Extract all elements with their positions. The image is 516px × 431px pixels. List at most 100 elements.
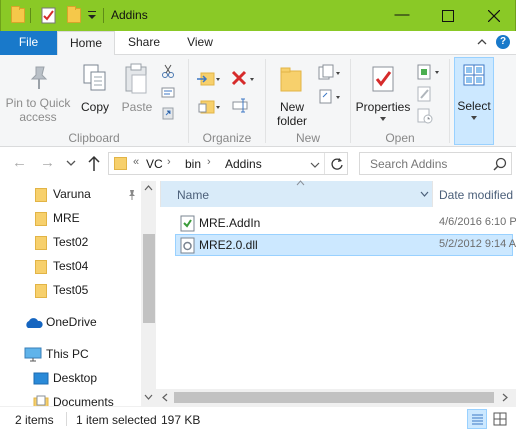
file-date: 5/2/2012 9:14 A	[439, 238, 516, 250]
copy-label: Copy	[80, 100, 109, 114]
details-view-icon	[472, 414, 483, 425]
horizontal-scroll-thumb[interactable]	[174, 392, 494, 403]
paste-shortcut-icon	[162, 107, 174, 120]
pin-icon	[129, 190, 135, 200]
tab-file[interactable]: File	[0, 31, 57, 55]
file-row-mre2-dll[interactable]: MRE2.0.dll 5/2/2012 9:14 A	[175, 234, 516, 256]
new-folder-quick-button[interactable]	[67, 6, 81, 23]
nav-item-test04[interactable]: Test04	[0, 255, 140, 277]
address-history-button[interactable]	[310, 159, 320, 169]
nav-item-label: Desktop	[53, 371, 98, 385]
move-to-button[interactable]	[197, 69, 221, 89]
new-item-button[interactable]	[318, 64, 342, 82]
edit-button[interactable]	[416, 85, 434, 103]
scroll-up-icon[interactable]	[144, 185, 153, 191]
minimize-button[interactable]: —	[379, 0, 425, 31]
pin-label-line2: access	[19, 110, 57, 124]
scroll-right-icon[interactable]	[502, 393, 508, 402]
scroll-down-icon[interactable]	[144, 394, 153, 400]
breadcrumb-overflow[interactable]: «	[133, 156, 139, 168]
search-icon[interactable]	[493, 157, 507, 171]
tab-share[interactable]: Share	[120, 31, 168, 55]
close-button[interactable]	[471, 0, 516, 31]
file-date: 4/6/2016 6:10 P	[439, 216, 516, 228]
help-icon[interactable]: ?	[496, 35, 510, 49]
new-folder-label-line2: folder	[276, 114, 308, 128]
copy-to-button[interactable]	[197, 97, 221, 117]
forward-button[interactable]: →	[40, 155, 56, 172]
refresh-button[interactable]	[330, 157, 344, 171]
column-header-date: Date modified	[439, 188, 514, 202]
properties-button[interactable]: Properties	[355, 59, 411, 125]
organize-group-label: Organize	[202, 131, 252, 145]
collapse-ribbon-button[interactable]	[476, 36, 488, 48]
scroll-left-icon[interactable]	[162, 393, 168, 402]
title-bar: Addins —	[0, 0, 516, 31]
details-view-button[interactable]	[467, 409, 487, 429]
nav-item-this-pc[interactable]: This PC	[0, 343, 140, 365]
ribbon-tab-bar: File Home Share View ?	[0, 31, 516, 56]
history-button[interactable]	[416, 107, 434, 125]
rename-icon	[232, 98, 248, 113]
date-modified-column-header[interactable]: Date modified	[433, 181, 516, 207]
back-button[interactable]: ←	[12, 155, 28, 172]
paste-icon	[125, 63, 147, 94]
tab-home[interactable]: Home	[57, 31, 115, 56]
computer-icon	[24, 347, 42, 362]
select-button[interactable]: Select	[454, 57, 494, 145]
nav-item-mre[interactable]: MRE	[0, 207, 140, 229]
chevron-right-icon[interactable]: ›	[167, 156, 171, 168]
open-button[interactable]	[416, 63, 442, 81]
nav-item-onedrive[interactable]: OneDrive	[0, 311, 140, 333]
delete-button[interactable]	[230, 69, 256, 89]
nav-item-varuna[interactable]: Varuna	[0, 183, 140, 205]
chevron-right-icon[interactable]: ›	[207, 156, 211, 168]
paste-button[interactable]: Paste	[117, 59, 157, 125]
arrow-up-icon	[88, 155, 100, 171]
customize-toolbar-button[interactable]	[87, 9, 97, 21]
tab-view[interactable]: View	[178, 31, 222, 55]
chevron-down-icon[interactable]	[420, 191, 429, 197]
open-group-label: Open	[385, 131, 415, 145]
status-divider	[66, 412, 67, 426]
breadcrumb-bin[interactable]: bin	[185, 157, 201, 171]
name-column-header[interactable]: Name	[161, 180, 432, 207]
nav-item-desktop[interactable]: Desktop	[0, 367, 140, 389]
cut-button[interactable]	[161, 64, 175, 78]
edit-icon	[417, 86, 431, 102]
copy-button[interactable]: Copy	[76, 59, 114, 125]
open-icon	[417, 64, 439, 80]
search-placeholder: Search Addins	[370, 157, 448, 171]
properties-quick-button[interactable]	[41, 7, 57, 24]
pin-to-quick-access-button[interactable]: Pin to Quick access	[4, 59, 72, 125]
large-icons-view-icon	[493, 412, 507, 426]
nav-item-label: Test04	[53, 259, 89, 273]
easy-access-button[interactable]	[318, 88, 342, 106]
nav-pane-scroll-thumb[interactable]	[143, 234, 155, 323]
breadcrumb-vc[interactable]: VC	[146, 157, 163, 171]
nav-item-test05[interactable]: Test05	[0, 279, 140, 301]
new-folder-button[interactable]: New folder	[270, 59, 314, 128]
large-icons-view-button[interactable]	[490, 409, 510, 429]
file-name: MRE2.0.dll	[199, 238, 258, 252]
copy-path-button[interactable]	[161, 85, 175, 99]
address-divider	[324, 153, 325, 174]
nav-item-test02[interactable]: Test02	[0, 231, 140, 253]
breadcrumb-addins[interactable]: Addins	[225, 157, 262, 171]
file-row-mre-addin[interactable]: MRE.AddIn 4/6/2016 6:10 P	[175, 212, 516, 234]
paste-shortcut-button[interactable]	[161, 106, 175, 120]
dropdown-arrow-icon	[471, 116, 477, 120]
search-input[interactable]: Search Addins	[359, 152, 512, 175]
folder-icon	[35, 188, 47, 202]
status-size: 197 KB	[161, 413, 201, 427]
address-bar[interactable]: « VC › bin › Addins	[108, 152, 348, 175]
chevron-down-icon	[66, 160, 76, 166]
new-folder-label-line1: New	[279, 100, 304, 114]
maximize-button[interactable]	[425, 0, 471, 31]
rename-button[interactable]	[232, 97, 250, 115]
up-button[interactable]	[86, 155, 102, 173]
close-icon	[487, 9, 501, 23]
dropdown-arrow-icon	[380, 117, 386, 121]
nav-item-label: MRE	[53, 211, 80, 225]
recent-locations-button[interactable]	[66, 156, 78, 170]
